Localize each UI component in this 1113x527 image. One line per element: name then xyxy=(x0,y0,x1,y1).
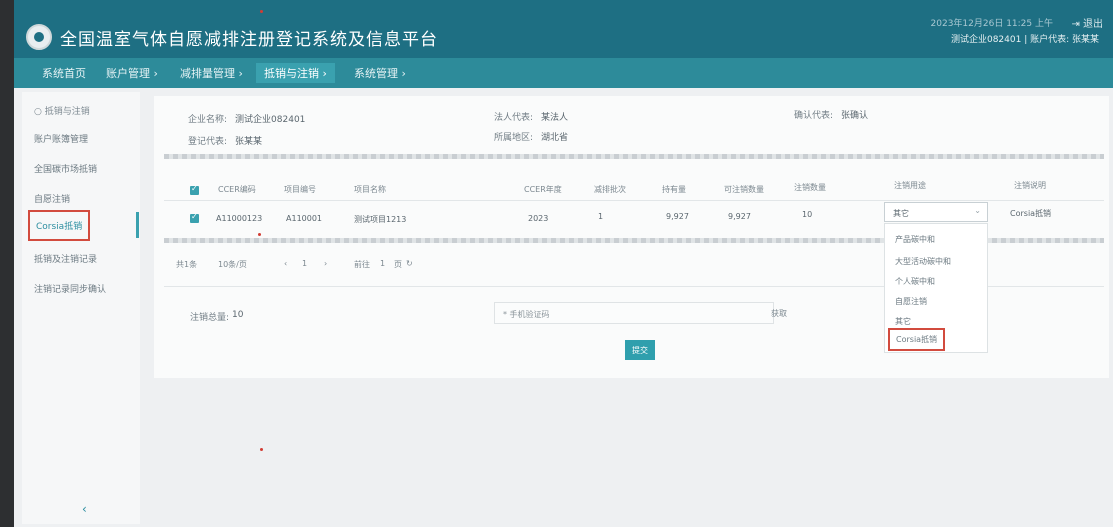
legal-info: 法人代表: 某法人 xyxy=(494,110,568,123)
pager-current-page[interactable]: 1 xyxy=(302,259,307,268)
col-desc: 注销说明 xyxy=(1014,181,1046,190)
confirm-value: 张确认 xyxy=(841,111,869,121)
logout-label: 退出 xyxy=(1083,19,1103,30)
total-quantity-value: 10 xyxy=(232,310,244,320)
nav-system[interactable]: 系统管理 › xyxy=(354,65,406,81)
pager-size-select[interactable]: 10条/页 xyxy=(218,259,247,270)
col-purpose: 注销用途 xyxy=(894,181,926,190)
main-panel: 企业名称: 测试企业082401 法人代表: 某法人 确认代表: 张确认 登记代表: 张… xyxy=(154,96,1109,378)
legal-label: 法人代表: xyxy=(494,113,534,123)
screen-edge xyxy=(0,0,14,527)
app-header: 全国温室气体自愿减排注册登记系统及信息平台 2023年12月26日 11:25 … xyxy=(14,0,1113,58)
cell-year: 2023 xyxy=(528,214,549,223)
register-info: 登记代表: 张某某 xyxy=(188,134,262,147)
cell-ccer-code: A11000123 xyxy=(216,214,263,223)
sidebar: ○ 抵销与注销 账户账簿管理 全国碳市场抵销 自愿注销 Corsia抵销 抵销及… xyxy=(22,92,140,524)
main-nav: 系统首页 账户管理 › 减排量管理 › 抵销与注销 › 系统管理 › xyxy=(14,58,1113,88)
register-label: 登记代表: xyxy=(188,137,228,147)
option-event-neutral[interactable]: 大型活动碳中和 xyxy=(895,256,951,267)
row-checkbox[interactable] xyxy=(190,212,199,223)
speck xyxy=(260,448,263,451)
pager-goto-input[interactable]: 1 xyxy=(380,259,385,268)
phone-code-input[interactable]: * 手机验证码 xyxy=(494,302,774,324)
col-quantity: 注销数量 xyxy=(794,183,826,192)
col-project-name: 项目名称 xyxy=(354,185,386,194)
sidebar-group-label: 抵销与注销 xyxy=(44,107,90,117)
purpose-select[interactable]: 其它 ⌄ xyxy=(884,202,988,222)
logout-icon: ⇥ xyxy=(1071,19,1083,30)
col-ccer-code: CCER编码 xyxy=(218,185,256,194)
pager-total: 共1条 xyxy=(176,260,198,269)
cell-quantity[interactable]: 10 xyxy=(802,210,812,219)
register-value: 张某某 xyxy=(235,137,263,147)
cell-holding: 9,927 xyxy=(666,212,689,221)
table-header-divider xyxy=(164,200,1104,201)
chevron-down-icon: ⌄ xyxy=(974,206,981,215)
confirm-info: 确认代表: 张确认 xyxy=(794,108,868,121)
purpose-dropdown: 产品碳中和 大型活动碳中和 个人碳中和 自愿注销 其它 Corsia抵销 xyxy=(884,223,988,353)
sidebar-item-sync-confirm[interactable]: 注销记录同步确认 xyxy=(34,282,106,295)
nav-emission[interactable]: 减排量管理 › xyxy=(180,65,243,81)
cell-project-no: A110001 xyxy=(286,214,323,223)
sidebar-item-ledger[interactable]: 账户账簿管理 xyxy=(34,132,88,145)
confirm-label: 确认代表: xyxy=(794,111,834,121)
option-corsia-offset[interactable]: Corsia抵销 xyxy=(888,328,946,351)
nav-account[interactable]: 账户管理 › xyxy=(106,65,158,81)
sidebar-item-records[interactable]: 抵销及注销记录 xyxy=(34,252,97,265)
section-divider xyxy=(164,154,1104,159)
nav-home[interactable]: 系统首页 xyxy=(42,65,86,81)
option-personal-neutral[interactable]: 个人碳中和 xyxy=(895,276,935,287)
option-other[interactable]: 其它 xyxy=(895,316,911,327)
pager-goto-label: 前往 xyxy=(354,260,370,269)
total-quantity-label: 注销总量: xyxy=(190,313,230,323)
option-voluntary-cancel[interactable]: 自愿注销 xyxy=(895,296,927,307)
refresh-icon[interactable]: ↻ xyxy=(406,259,413,268)
logout-button[interactable]: ⇥ 退出 xyxy=(1071,15,1103,30)
sidebar-active-indicator xyxy=(136,212,139,238)
circle-icon: ○ xyxy=(34,107,45,117)
pager-page-suffix: 页 xyxy=(394,260,402,269)
legal-value: 某法人 xyxy=(541,113,569,123)
cell-desc[interactable]: Corsia抵销 xyxy=(1010,208,1051,219)
submit-button[interactable]: 提交 xyxy=(625,340,655,360)
region-label: 所属地区: xyxy=(494,133,534,143)
pager-next-button[interactable]: › xyxy=(324,259,327,268)
col-batch: 减排批次 xyxy=(594,185,626,194)
col-ccer-year: CCER年度 xyxy=(524,185,562,194)
platform-logo-icon xyxy=(26,24,52,50)
select-all-checkbox[interactable] xyxy=(190,184,199,195)
company-label: 企业名称: xyxy=(188,115,228,125)
cell-project-name: 测试项目1213 xyxy=(354,215,407,224)
cell-available: 9,927 xyxy=(728,212,751,221)
col-project-no: 项目编号 xyxy=(284,185,316,194)
sidebar-item-corsia[interactable]: Corsia抵销 xyxy=(28,210,91,241)
get-code-button[interactable]: 获取 xyxy=(754,302,804,324)
cell-batch: 1 xyxy=(598,212,604,221)
account-info[interactable]: 测试企业082401 | 账户代表: 张某某 xyxy=(951,32,1099,45)
region-value: 湖北省 xyxy=(541,133,569,143)
pager-prev-button[interactable]: ‹ xyxy=(284,259,287,268)
speck xyxy=(258,233,261,236)
nav-offset[interactable]: 抵销与注销 › xyxy=(256,63,335,83)
app-window: 全国温室气体自愿减排注册登记系统及信息平台 2023年12月26日 11:25 … xyxy=(14,0,1113,527)
company-value: 测试企业082401 xyxy=(235,115,306,125)
col-available: 可注销数量 xyxy=(724,185,764,194)
header-datetime: 2023年12月26日 11:25 上午 xyxy=(930,19,1053,29)
sidebar-group[interactable]: ○ 抵销与注销 xyxy=(34,104,90,117)
option-product-neutral[interactable]: 产品碳中和 xyxy=(895,234,935,245)
sidebar-item-voluntary-cancel[interactable]: 自愿注销 xyxy=(34,192,70,205)
region-info: 所属地区: 湖北省 xyxy=(494,130,568,143)
sidebar-item-national-offset[interactable]: 全国碳市场抵销 xyxy=(34,162,97,175)
app-title: 全国温室气体自愿减排注册登记系统及信息平台 xyxy=(60,30,438,50)
col-holding: 持有量 xyxy=(662,185,686,194)
company-info: 企业名称: 测试企业082401 xyxy=(188,112,305,125)
sidebar-collapse-icon[interactable]: ‹ xyxy=(82,502,87,516)
speck xyxy=(260,10,263,13)
purpose-select-value: 其它 xyxy=(893,209,909,218)
